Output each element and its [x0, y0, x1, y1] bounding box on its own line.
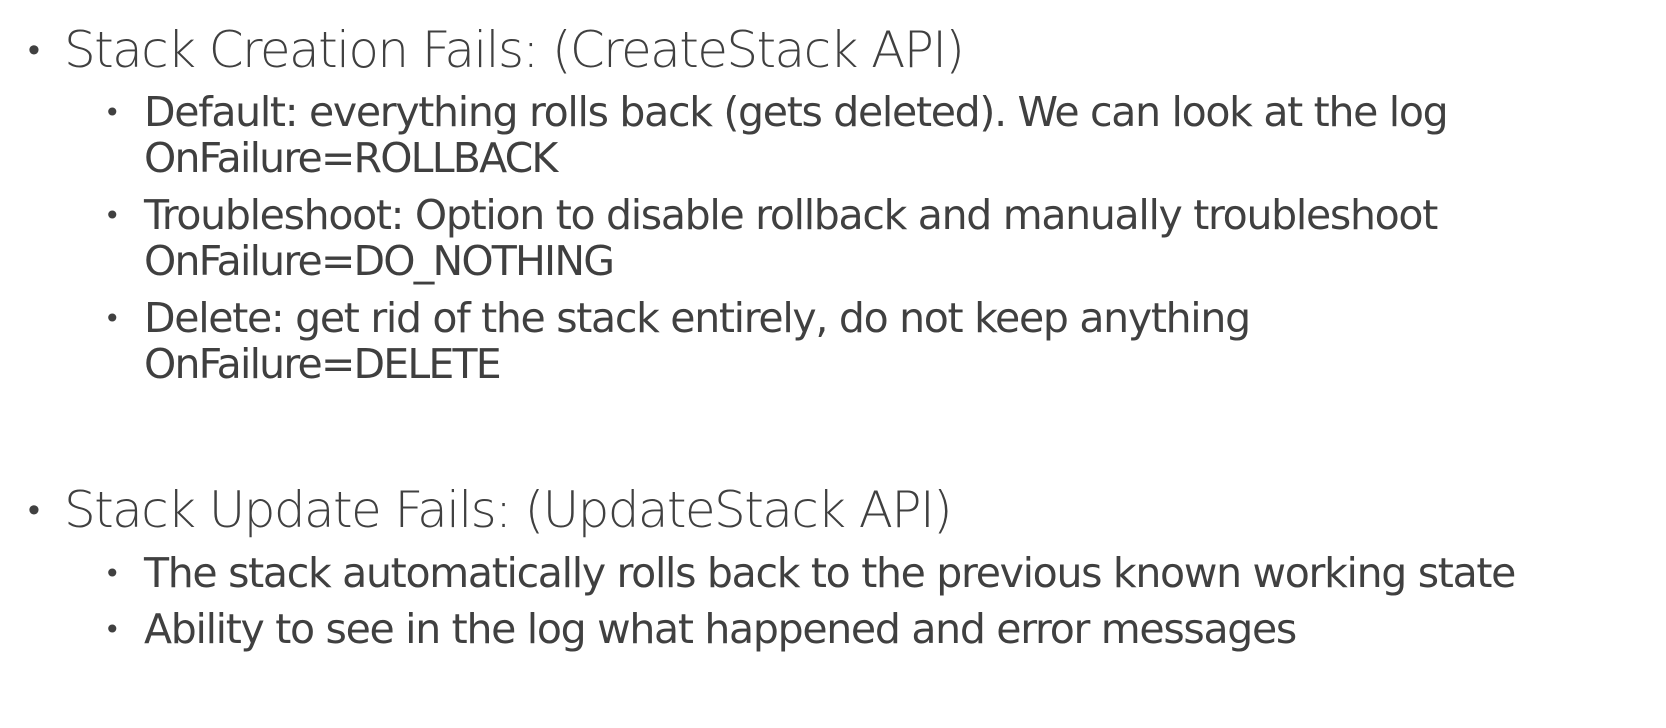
- item-text: Ability to see in the log what happened …: [144, 605, 1297, 653]
- item-text: The stack automatically rolls back to th…: [144, 549, 1516, 597]
- bullet-icon: •: [104, 96, 121, 129]
- item-text: Default: everything rolls back (gets del…: [144, 88, 1449, 136]
- bullet-icon: •: [104, 199, 121, 232]
- bullet-icon: •: [28, 30, 40, 70]
- list-item-delete: • Delete: get rid of the stack entirely, …: [104, 294, 1251, 343]
- bullet-icon: •: [104, 557, 121, 590]
- bullet-icon: •: [104, 613, 121, 646]
- heading-text: Stack Creation Fails: (CreateStack API): [64, 21, 965, 79]
- heading-text: Stack Update Fails: (UpdateStack API): [64, 481, 953, 539]
- bullet-icon: •: [28, 490, 40, 530]
- section-heading-update: • Stack Update Fails: (UpdateStack API): [28, 481, 953, 539]
- list-item-default: • Default: everything rolls back (gets de…: [104, 88, 1449, 137]
- code-onfailure-rollback: OnFailure=ROLLBACK: [144, 134, 558, 182]
- list-item-log-ability: • Ability to see in the log what happened…: [104, 605, 1297, 654]
- code-onfailure-delete: OnFailure=DELETE: [144, 340, 502, 388]
- list-item-troubleshoot: • Troubleshoot: Option to disable rollbac…: [104, 191, 1438, 240]
- list-item-auto-rollback: • The stack automatically rolls back to t…: [104, 549, 1516, 598]
- item-text: Delete: get rid of the stack entirely, d…: [144, 294, 1251, 342]
- section-heading-create: • Stack Creation Fails: (CreateStack API): [28, 21, 965, 79]
- bullet-icon: •: [104, 302, 121, 335]
- item-text: Troubleshoot: Option to disable rollback…: [144, 191, 1438, 239]
- code-onfailure-do-nothing: OnFailure=DO_NOTHING: [144, 237, 615, 285]
- slide: • Stack Creation Fails: (CreateStack API)…: [0, 0, 1666, 728]
